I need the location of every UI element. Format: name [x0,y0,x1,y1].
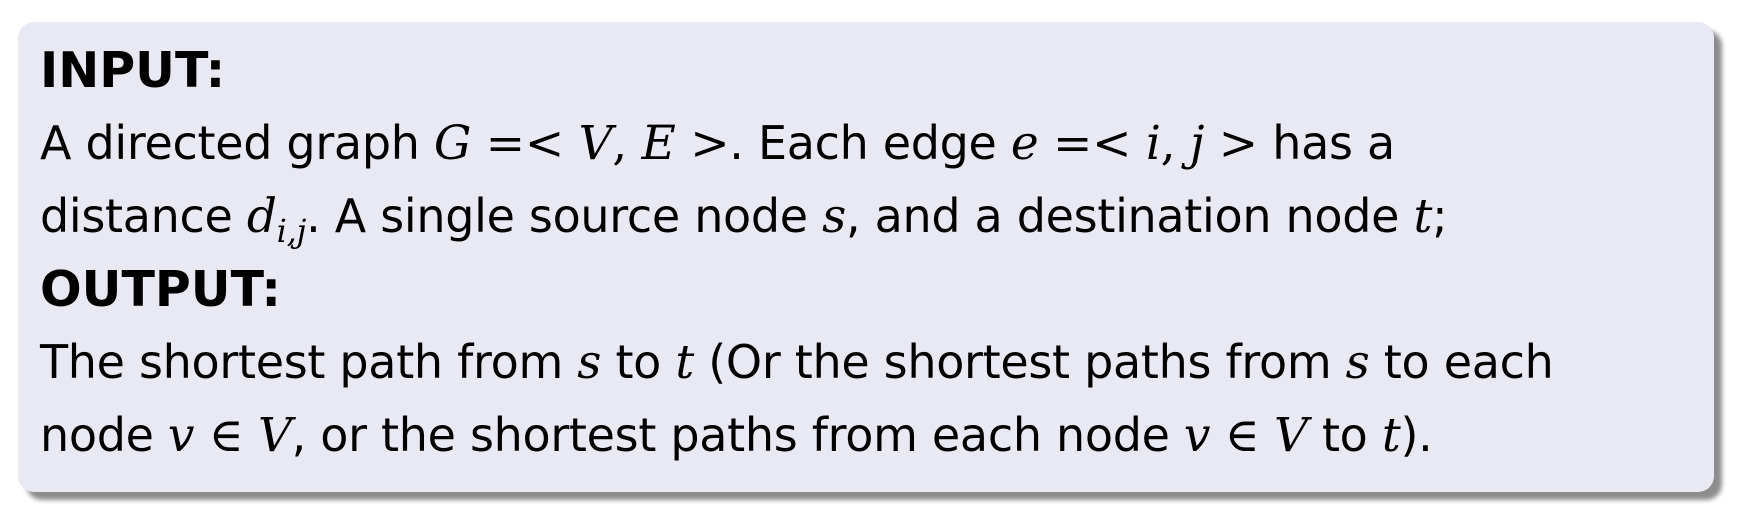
text: ). [1400,408,1433,462]
text: distance [40,189,247,243]
math-op: ∈ [194,408,258,463]
math-var-j: j [1189,116,1205,171]
output-line-1: The shortest path from s to t (Or the sh… [40,326,1714,399]
output-heading: OUTPUT: [40,261,281,318]
math-op: > [1204,116,1258,171]
math-var-d: d [246,189,277,244]
math-var-V: V [578,116,613,171]
text: . Each edge [729,116,1011,170]
math-var-E: E [641,116,676,171]
math-var-G: G [433,116,472,171]
math-op: , [1160,116,1190,171]
text: , or the shortest paths from each node [291,408,1184,462]
math-op: , [612,116,642,171]
text: , and a destination node [845,189,1414,243]
text: to each [1369,335,1554,389]
text: to [601,335,676,389]
math-var-v: v [167,408,195,463]
text: node [40,408,168,462]
input-line-2: distance di,j. A single source node s, a… [40,180,1714,253]
math-var-s: s [577,335,602,390]
math-var-i: i [1145,116,1161,171]
math-op: =< [471,116,579,171]
text: (Or the shortest paths from [693,335,1346,389]
math-var-t: t [1413,189,1433,244]
math-op: =< [1038,116,1146,171]
math-op: > [675,116,730,171]
math-var-V: V [1273,408,1308,463]
text: ; [1432,189,1448,243]
input-line-1: A directed graph G =< V, E >. Each edge … [40,107,1714,180]
text: A directed graph [40,116,434,170]
math-var-s: s [1345,335,1370,390]
text: The shortest path from [40,335,578,389]
math-var-e: e [1010,116,1039,171]
output-line-2: node v ∈ V, or the shortest paths from e… [40,399,1714,472]
problem-definition-block: INPUT: A directed graph G =< V, E >. Eac… [18,22,1714,492]
math-var-v: v [1183,408,1211,463]
math-subscript: i,j [276,212,307,250]
math-var-V: V [257,408,292,463]
text: to [1307,408,1382,462]
math-var-s: s [822,189,846,244]
text: has a [1257,116,1395,170]
math-var-t: t [1381,408,1401,463]
math-op: ∈ [1210,408,1274,463]
text: . A single source node [306,189,823,243]
input-heading: INPUT: [40,42,226,99]
math-var-t: t [675,335,694,390]
